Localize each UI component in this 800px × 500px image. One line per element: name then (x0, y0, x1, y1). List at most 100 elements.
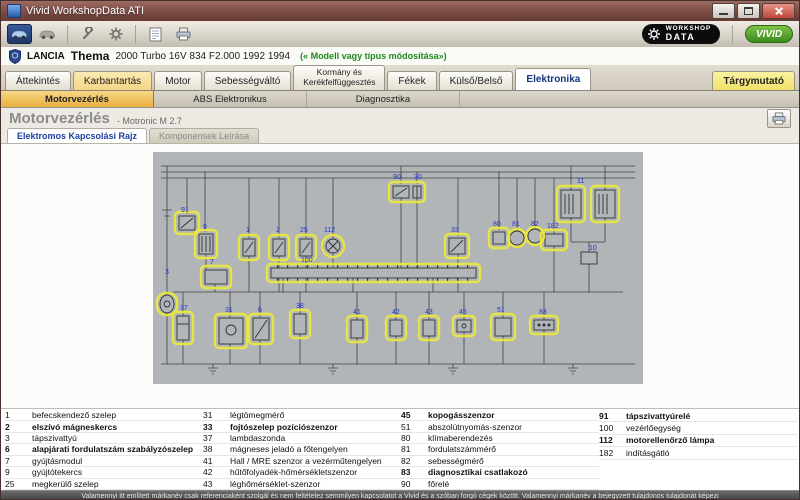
tab-attekintes[interactable]: Áttekintés (5, 71, 71, 90)
legend-number: 41 (203, 455, 213, 466)
sub-tabs: Motorvezérlés ABS Elektronikus Diagnosztik… (1, 91, 799, 108)
svg-text:112: 112 (324, 227, 335, 234)
legend-label: sebességmérő (428, 455, 484, 466)
legend-label: főrelé (428, 478, 450, 489)
legend-number: 90 (401, 478, 411, 489)
settings-button[interactable] (103, 24, 128, 44)
legend: 1 befecskendező szelep 2 elszívó mágneskerc… (1, 408, 799, 490)
legend-label: indításgátló (626, 447, 670, 458)
svg-text:33: 33 (451, 227, 459, 234)
legend-row: 45 kopogásszenzor (401, 410, 599, 422)
legend-row: 83 diagnosztikai csatlakozó (401, 467, 599, 479)
maximize-icon[interactable] (737, 3, 760, 19)
print-page-button[interactable] (767, 109, 791, 128)
svg-text:9: 9 (203, 224, 207, 231)
vehicle-history-button[interactable] (35, 24, 60, 44)
svg-text:45: 45 (459, 309, 467, 316)
legend-number: 81 (401, 444, 411, 455)
legend-number: 51 (401, 421, 411, 432)
vivid-logo: VIVID (745, 25, 793, 43)
legend-number: 100 (599, 423, 614, 434)
svg-text:41: 41 (353, 309, 361, 316)
legend-label: abszolútnyomás-szenzor (428, 421, 523, 432)
legend-number: 82 (401, 455, 411, 466)
print-toolbar-button[interactable] (171, 24, 196, 44)
tab-fekek[interactable]: Fékek (387, 71, 437, 90)
svg-text:83: 83 (539, 309, 547, 316)
tab-sebessegvalto[interactable]: Sebességváltó (203, 71, 292, 90)
legend-label: gyújtótekercs (32, 467, 83, 478)
content-tab-komponensek-leirasa[interactable]: Komponensek Leírása (149, 128, 260, 143)
tab-karbantartas[interactable]: Karbantartás (72, 71, 153, 90)
title-bar: Vivid WorkshopData ATI (1, 1, 799, 21)
legend-label: motorellenőrző lámpa (626, 435, 715, 446)
svg-text:100: 100 (301, 257, 313, 264)
vivid-logo-text: VIVID (755, 28, 783, 40)
car-icon (11, 30, 27, 40)
legend-row: 38 mágneses jeladó a főtengelyen (203, 444, 401, 456)
disclaimer-text: Valamennyi itt említett márkanév csak re… (81, 492, 719, 500)
manuals-button[interactable] (143, 24, 168, 44)
legend-number: 37 (203, 433, 213, 444)
status-bar: Valamennyi itt említett márkanév csak re… (1, 490, 799, 500)
legend-row: 33 fojtószelep pozíciószenzor (203, 421, 401, 433)
subtab-abs-elektronikus[interactable]: ABS Elektronikus (154, 91, 307, 107)
tab-elektronika[interactable]: Elektronika (515, 68, 592, 90)
window-controls (712, 3, 795, 19)
legend-number: 80 (401, 433, 411, 444)
svg-text:7: 7 (210, 259, 214, 266)
minimize-icon[interactable] (712, 3, 735, 19)
lancia-shield-icon (9, 48, 21, 64)
vehicle-select-button[interactable] (7, 24, 32, 44)
brand-logos: WORKSHOP DATA VIVID (641, 24, 793, 44)
toolbar-separator (67, 25, 68, 43)
svg-text:81: 81 (512, 221, 520, 228)
svg-text:38: 38 (296, 303, 304, 310)
legend-label: diagnosztikai csatlakozó (428, 467, 528, 478)
car-icon (39, 30, 55, 40)
adjustments-button[interactable] (75, 24, 100, 44)
legend-label: fordulatszámmérő (428, 444, 497, 455)
legend-row: 80 klímaberendezés (401, 433, 599, 445)
tab-kormany[interactable]: Kormány és Kerékfelfüggesztés (293, 65, 386, 90)
svg-text:37: 37 (180, 305, 188, 312)
legend-number: 42 (203, 467, 213, 478)
vehicle-bar: LANCIA Thema 2000 Turbo 16V 834 F2.000 1… (1, 47, 799, 66)
tab-targymutato[interactable]: Tárgymutató (712, 71, 795, 90)
legend-row: 43 léghőmérséklet-szenzor (203, 479, 401, 490)
legend-label: megkerülő szelep (32, 478, 99, 489)
legend-row: 51 abszolútnyomás-szenzor (401, 421, 599, 433)
legend-number: 2 (5, 421, 10, 432)
content-tab-elektromos-kapcsolasi-rajz[interactable]: Elektromos Kapcsolási Rajz (7, 128, 148, 143)
wiring-diagram-svg: 90 30 11 91 9 7 1 2 25 112 33 80 81 82 182 10 100 3 37 31 6 3… (153, 152, 643, 384)
svg-text:80: 80 (493, 221, 501, 228)
legend-row: 3 tápszivattyú (5, 433, 203, 445)
window-title: Vivid WorkshopData ATI (26, 5, 144, 17)
vehicle-make: LANCIA (27, 50, 65, 62)
legend-row: 31 légtömegmérő (203, 410, 401, 422)
legend-row: 91 tápszivattyúrelé (599, 410, 797, 423)
tab-kulso-belso[interactable]: Külső/Belső (438, 71, 514, 90)
legend-number: 45 (401, 410, 411, 421)
svg-text:91: 91 (181, 207, 189, 214)
toolbar-separator (135, 25, 136, 43)
subtab-diagnosztika[interactable]: Diagnosztika (307, 91, 460, 107)
tab-motor[interactable]: Motor (154, 71, 202, 90)
legend-number: 91 (599, 410, 609, 421)
wiring-diagram[interactable]: 90 30 11 91 9 7 1 2 25 112 33 80 81 82 182 10 100 3 37 31 6 3… (153, 152, 643, 384)
close-icon[interactable] (762, 3, 795, 19)
change-model-link[interactable]: (« Modell vagy típus módosítása») (300, 51, 447, 61)
legend-number: 3 (5, 433, 10, 444)
vehicle-details: 2000 Turbo 16V 834 F2.000 1992 1994 (115, 50, 291, 62)
legend-number: 1 (5, 410, 10, 421)
svg-text:90: 90 (393, 174, 401, 181)
legend-label: kopogásszenzor (428, 410, 495, 421)
toolbar: WORKSHOP DATA VIVID (1, 21, 799, 48)
workshopdata-logo-text: WORKSHOP DATA (665, 25, 711, 42)
legend-label: gyújtásmodul (32, 455, 83, 466)
legend-row: 82 sebességmérő (401, 455, 599, 468)
subtab-motorvezerles[interactable]: Motorvezérlés (1, 91, 154, 107)
legend-column-4: 91 tápszivattyúrelé 100 vezérlőegység 112 mot… (599, 410, 797, 490)
svg-text:182: 182 (547, 223, 559, 230)
svg-text:11: 11 (577, 178, 584, 185)
